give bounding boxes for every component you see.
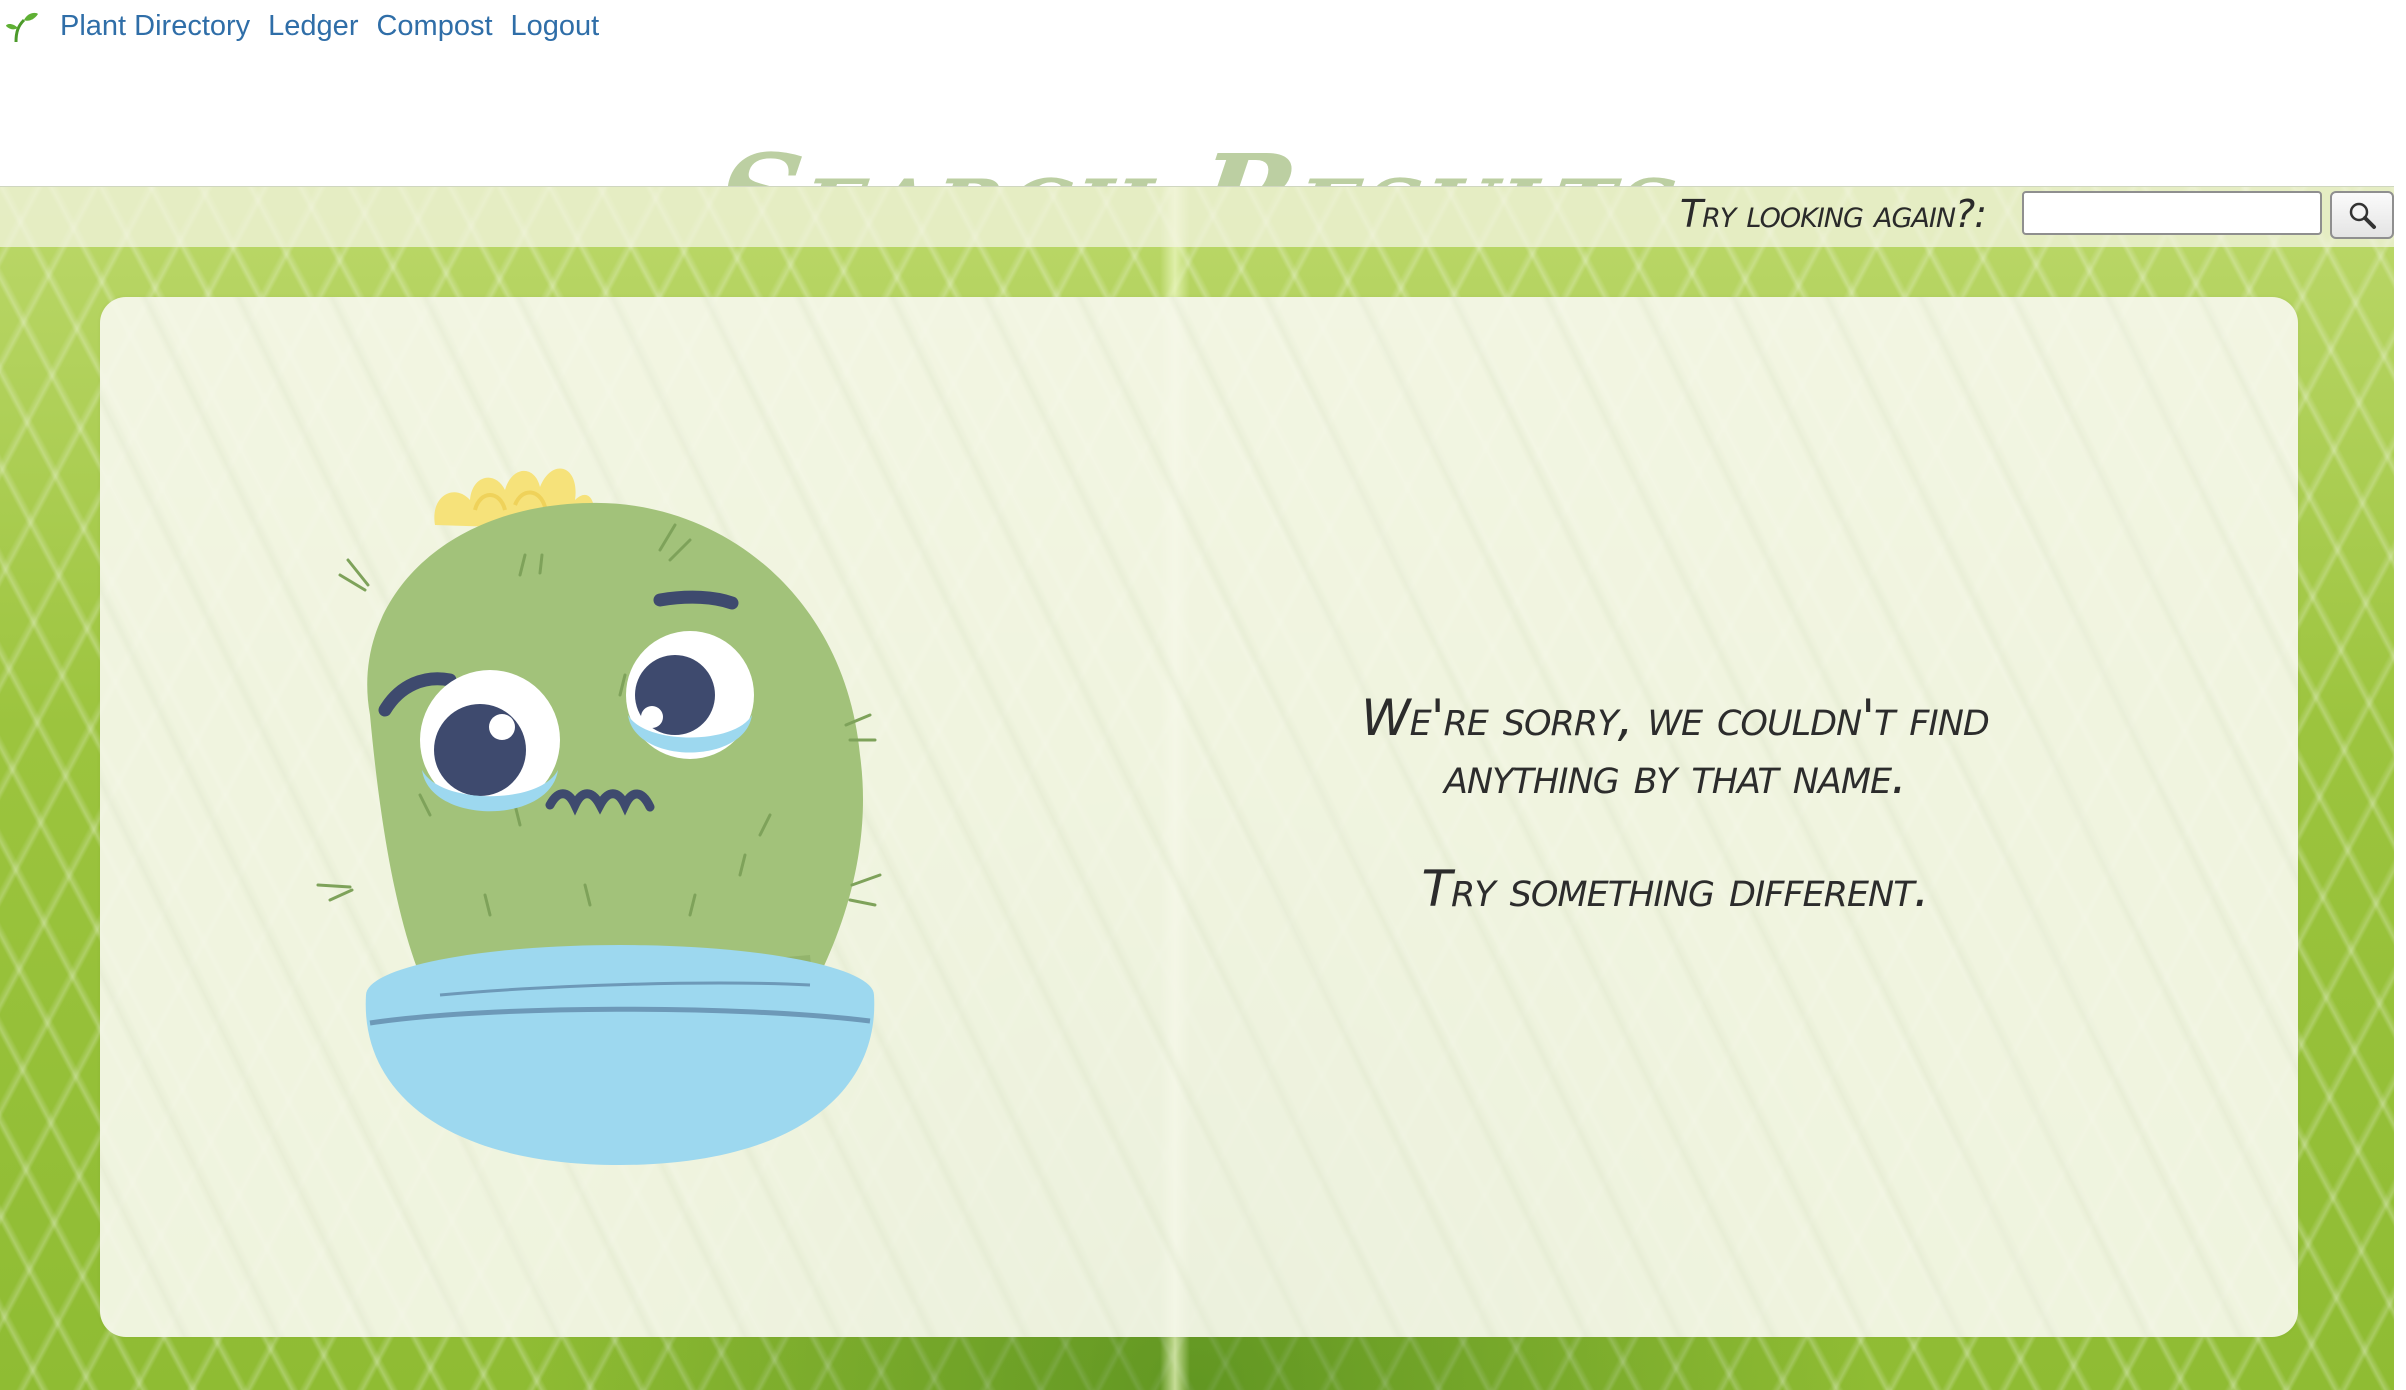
no-results-message: We're sorry, we couldn't find anything b… [1210, 689, 2140, 919]
nav-logout[interactable]: Logout [511, 10, 600, 43]
magnifier-icon [2349, 202, 2376, 229]
search-input[interactable] [2022, 191, 2322, 235]
nav-plant-directory[interactable]: Plant Directory [60, 10, 250, 43]
message-line-2: anything by that name. [1443, 746, 1907, 805]
sprout-logo-icon[interactable] [4, 8, 40, 44]
nav-compost[interactable]: Compost [376, 10, 492, 43]
message-line-1: We're sorry, we couldn't find [1361, 689, 1990, 747]
search-button[interactable] [2330, 191, 2394, 239]
sad-cactus-illustration [316, 468, 882, 1165]
message-line-3: Try something different. [1421, 860, 1930, 918]
top-nav: Plant Directory Ledger Compost Logout [0, 0, 2406, 52]
nav-ledger[interactable]: Ledger [268, 10, 358, 43]
search-label: Try looking again?: [1679, 192, 1987, 236]
page: Plant Directory Ledger Compost Logout Se… [0, 0, 2406, 1390]
